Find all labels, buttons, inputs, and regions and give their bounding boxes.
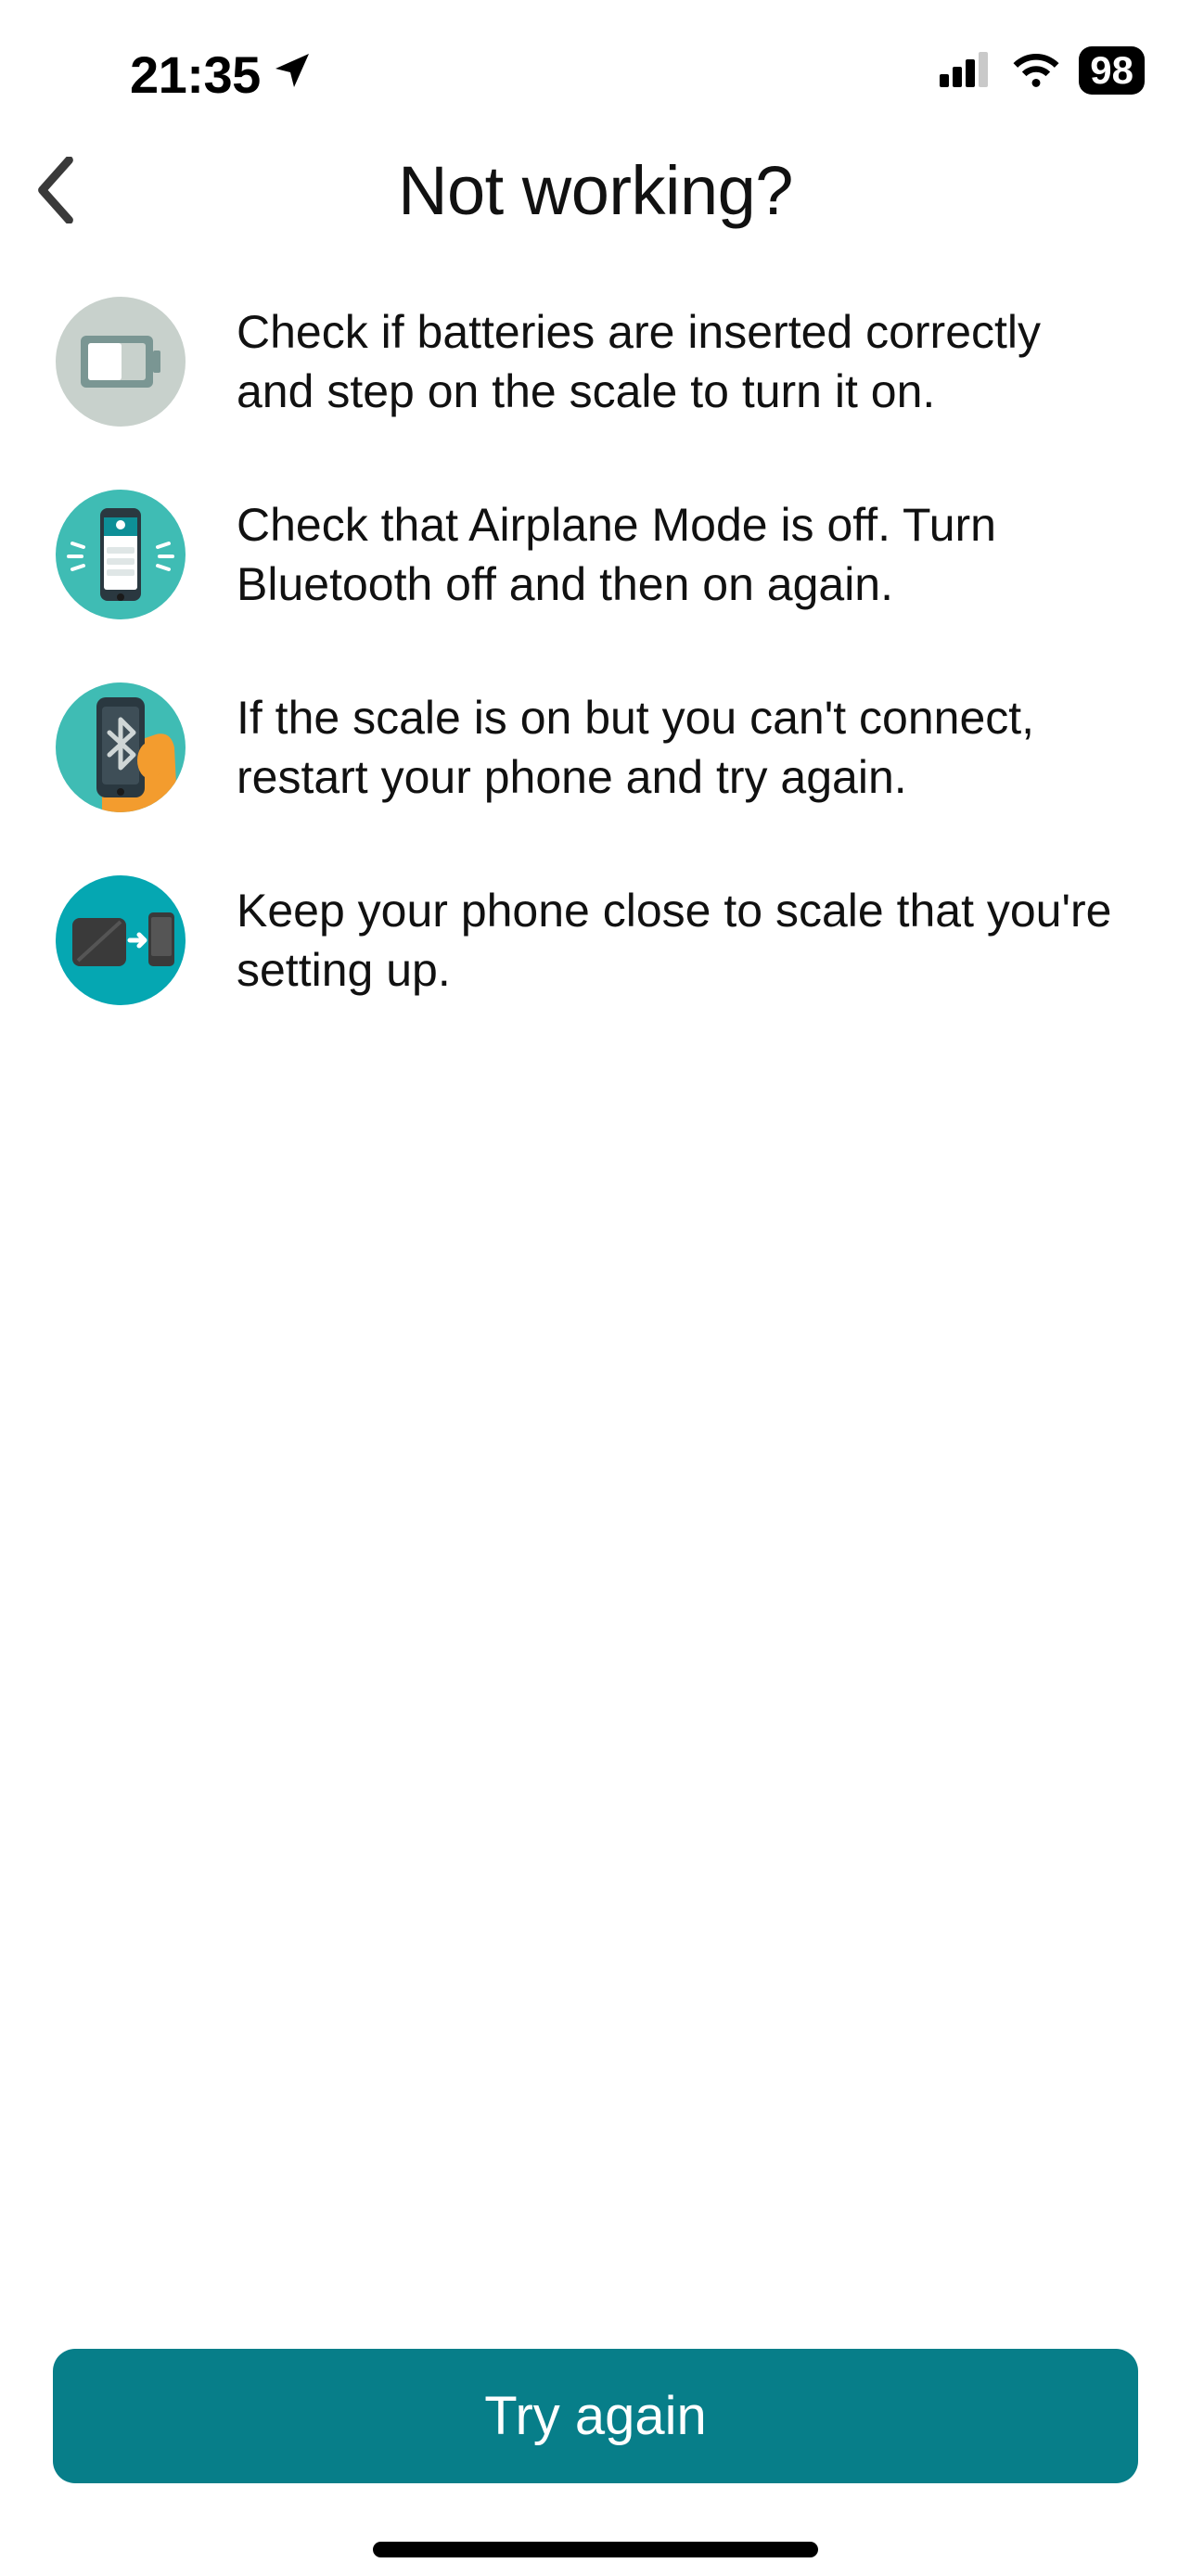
tip-item: If the scale is on but you can't connect… bbox=[56, 682, 1145, 812]
tip-text: Check that Airplane Mode is off. Turn Bl… bbox=[237, 495, 1127, 614]
try-again-label: Try again bbox=[484, 2385, 707, 2447]
phone-airplane-icon bbox=[56, 490, 186, 619]
battery-icon bbox=[56, 297, 186, 427]
header: Not working? bbox=[0, 111, 1191, 269]
status-time: 21:35 bbox=[130, 45, 314, 105]
try-again-button[interactable]: Try again bbox=[53, 2349, 1138, 2483]
bottom-bar: Try again bbox=[0, 2349, 1191, 2483]
wifi-icon bbox=[1010, 49, 1062, 93]
scale-near-phone-icon bbox=[56, 875, 186, 1005]
home-indicator bbox=[373, 2542, 818, 2557]
tip-item: Check if batteries are inserted correctl… bbox=[56, 297, 1145, 427]
hand-phone-bluetooth-icon bbox=[56, 682, 186, 812]
page-title: Not working? bbox=[398, 151, 793, 230]
cellular-signal-icon bbox=[940, 50, 993, 92]
tip-item: Keep your phone close to scale that you'… bbox=[56, 875, 1145, 1005]
status-bar: 21:35 98 bbox=[0, 0, 1191, 111]
back-button[interactable] bbox=[19, 153, 93, 227]
tip-item: Check that Airplane Mode is off. Turn Bl… bbox=[56, 490, 1145, 619]
tip-text: Check if batteries are inserted correctl… bbox=[237, 302, 1127, 421]
location-arrow-icon bbox=[270, 45, 314, 105]
tip-text: If the scale is on but you can't connect… bbox=[237, 688, 1127, 807]
tips-list: Check if batteries are inserted correctl… bbox=[0, 269, 1191, 1005]
status-time-text: 21:35 bbox=[130, 45, 261, 105]
battery-percent: 98 bbox=[1090, 51, 1133, 90]
battery-indicator: 98 bbox=[1079, 46, 1145, 95]
tip-text: Keep your phone close to scale that you'… bbox=[237, 881, 1127, 1000]
chevron-left-icon bbox=[35, 157, 76, 223]
